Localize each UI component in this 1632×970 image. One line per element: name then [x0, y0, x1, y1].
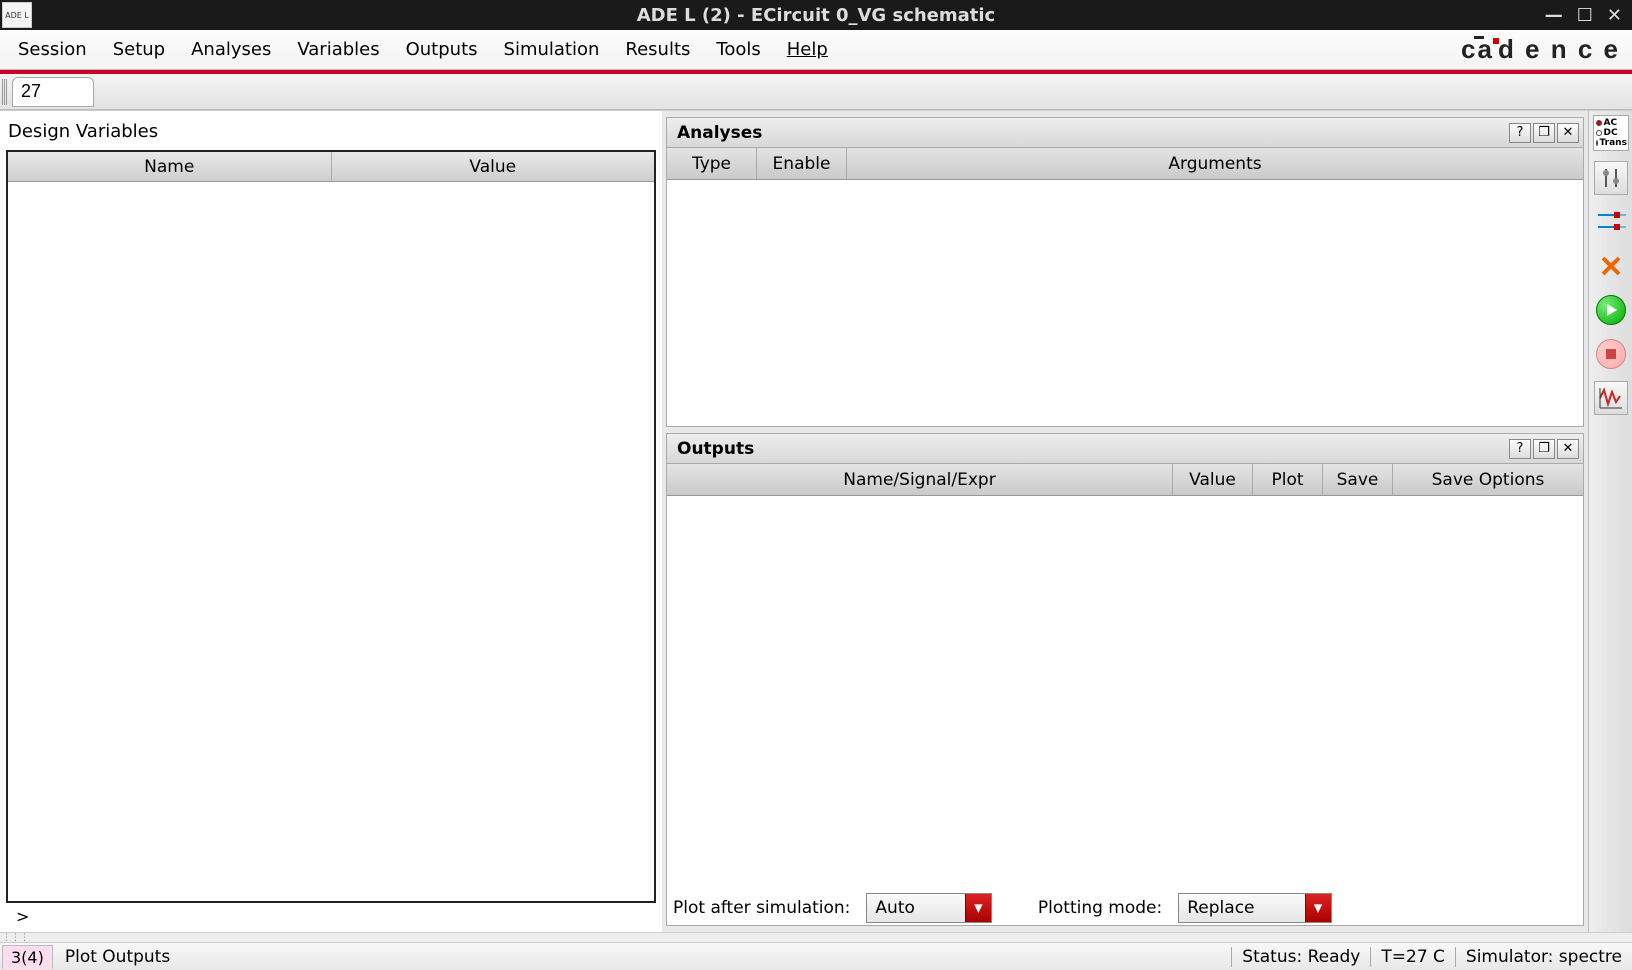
delete-x-icon: [1600, 255, 1622, 277]
waveform-icon: [1598, 386, 1624, 410]
status-ready: Status: Ready: [1231, 947, 1370, 967]
menu-setup[interactable]: Setup: [101, 33, 177, 66]
menu-outputs[interactable]: Outputs: [394, 33, 490, 66]
design-variables-title: Design Variables: [6, 111, 656, 150]
analyses-help-button[interactable]: ?: [1509, 123, 1531, 143]
outputs-panel: Outputs ? ❐ ✕ Name/Signal/Expr Value Plo…: [666, 433, 1584, 926]
outputs-detach-button[interactable]: ❐: [1533, 439, 1555, 459]
play-icon: [1596, 295, 1626, 325]
status-temp: T=27 C: [1370, 947, 1455, 967]
command-prompt[interactable]: >: [6, 903, 656, 926]
design-variables-table[interactable]: Name Value: [6, 150, 656, 903]
plot-results-button[interactable]: [1594, 381, 1628, 415]
design-variables-pane: Design Variables Name Value >: [0, 111, 662, 932]
stop-button[interactable]: [1594, 337, 1628, 371]
menu-tools[interactable]: Tools: [704, 33, 772, 66]
window-titlebar: ADE L ADE L (2) - ECircuit 0_VG schemati…: [0, 0, 1632, 30]
resize-grip[interactable]: ⋮⋮⋮: [0, 932, 1632, 942]
status-tab[interactable]: 3(4): [2, 945, 53, 969]
temperature-input[interactable]: [12, 77, 94, 107]
select-signals-button[interactable]: [1594, 205, 1628, 239]
side-toolbar: AC DC Trans: [1588, 111, 1632, 932]
dv-col-value[interactable]: Value: [332, 152, 655, 181]
run-button[interactable]: [1594, 293, 1628, 327]
plot-after-dropdown-icon[interactable]: ▾: [965, 894, 991, 922]
analyses-col-arguments[interactable]: Arguments: [847, 148, 1583, 179]
statusbar: 3(4) Plot Outputs Status: Ready T=27 C S…: [0, 942, 1632, 970]
minimize-button[interactable]: —: [1545, 5, 1563, 26]
menu-session[interactable]: Session: [6, 33, 99, 66]
app-icon: ADE L: [2, 2, 32, 28]
window-title: ADE L (2) - ECircuit 0_VG schematic: [0, 5, 1632, 26]
plotting-mode-select[interactable]: Replace ▾: [1178, 893, 1331, 923]
toolbar: [0, 74, 1632, 110]
close-button[interactable]: ✕: [1607, 5, 1622, 26]
plot-after-select[interactable]: Auto ▾: [866, 893, 991, 923]
outputs-col-save-options[interactable]: Save Options: [1393, 464, 1583, 495]
menu-analyses[interactable]: Analyses: [179, 33, 283, 66]
analyses-col-enable[interactable]: Enable: [757, 148, 847, 179]
analyses-table-header: Type Enable Arguments: [667, 148, 1583, 180]
sliders-icon: [1601, 167, 1621, 189]
mode-ac-radio[interactable]: [1596, 120, 1602, 126]
analyses-close-button[interactable]: ✕: [1557, 123, 1579, 143]
mode-dc-radio[interactable]: [1596, 130, 1602, 136]
analyses-title: Analyses: [677, 123, 762, 143]
dv-table-body[interactable]: [8, 182, 654, 901]
dv-col-name[interactable]: Name: [8, 152, 332, 181]
outputs-help-button[interactable]: ?: [1509, 439, 1531, 459]
analyses-table-body[interactable]: [667, 180, 1583, 426]
analysis-mode-group[interactable]: AC DC Trans: [1593, 115, 1629, 151]
menu-variables[interactable]: Variables: [285, 33, 391, 66]
menu-simulation[interactable]: Simulation: [492, 33, 612, 66]
outputs-table-header: Name/Signal/Expr Value Plot Save Save Op…: [667, 464, 1583, 496]
plot-after-value: Auto: [867, 894, 964, 922]
outputs-col-name[interactable]: Name/Signal/Expr: [667, 464, 1173, 495]
menu-results[interactable]: Results: [613, 33, 702, 66]
plotting-mode-value: Replace: [1179, 894, 1304, 922]
analyses-detach-button[interactable]: ❐: [1533, 123, 1555, 143]
mode-trans-radio[interactable]: [1596, 140, 1598, 146]
outputs-table-body[interactable]: [667, 496, 1583, 885]
stop-icon: [1596, 339, 1626, 369]
delete-button[interactable]: [1594, 249, 1628, 283]
analyses-col-type[interactable]: Type: [667, 148, 757, 179]
outputs-close-button[interactable]: ✕: [1557, 439, 1579, 459]
brand-logo: cad e n c e: [1461, 34, 1620, 65]
outputs-col-value[interactable]: Value: [1173, 464, 1253, 495]
menubar: Session Setup Analyses Variables Outputs…: [0, 30, 1632, 70]
plotting-mode-dropdown-icon[interactable]: ▾: [1305, 894, 1331, 922]
plot-after-label: Plot after simulation:: [673, 898, 850, 918]
plot-options-row: Plot after simulation: Auto ▾ Plotting m…: [667, 885, 1583, 925]
menu-help[interactable]: Help: [775, 33, 840, 66]
outputs-col-plot[interactable]: Plot: [1253, 464, 1323, 495]
status-simulator: Simulator: spectre: [1455, 947, 1632, 967]
setup-analysis-button[interactable]: [1594, 161, 1628, 195]
toolbar-grip[interactable]: [2, 79, 8, 105]
outputs-title: Outputs: [677, 439, 754, 459]
analyses-panel: Analyses ? ❐ ✕ Type Enable Arguments: [666, 117, 1584, 427]
outputs-col-save[interactable]: Save: [1323, 464, 1393, 495]
status-area-label: Plot Outputs: [53, 947, 182, 967]
plotting-mode-label: Plotting mode:: [1038, 898, 1162, 918]
signals-icon: [1596, 207, 1626, 237]
maximize-button[interactable]: ☐: [1577, 5, 1593, 26]
